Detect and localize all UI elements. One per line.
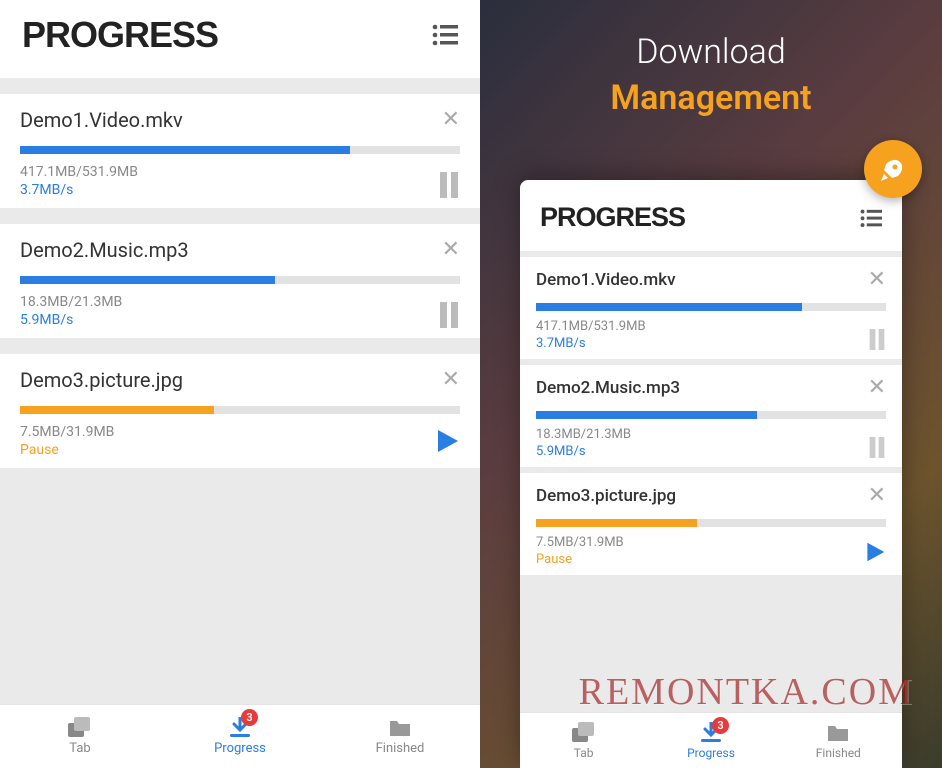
nav-progress[interactable]: 3 Progress	[647, 713, 774, 768]
badge-count: 3	[712, 717, 729, 734]
download-item: Demo3.picture.jpg ✕ 7.5MB/31.9MB Pause	[520, 473, 902, 575]
progress-fill	[536, 411, 757, 419]
file-size: 7.5MB/31.9MB	[20, 424, 114, 440]
progress-bar	[536, 303, 886, 311]
list-view-icon[interactable]	[432, 24, 458, 46]
download-status: Pause	[20, 442, 114, 458]
divider	[0, 338, 480, 354]
download-item: Demo3.picture.jpg ✕ 7.5MB/31.9MB Pause	[0, 354, 480, 468]
file-name: Demo2.Music.mp3	[536, 378, 680, 398]
nav-label: Tab	[574, 746, 594, 760]
progress-fill	[20, 406, 214, 414]
play-icon[interactable]	[434, 428, 460, 458]
list-view-icon[interactable]	[860, 209, 882, 227]
nav-finished[interactable]: Finished	[775, 713, 902, 768]
file-size: 7.5MB/31.9MB	[536, 535, 624, 550]
nav-finished[interactable]: Finished	[320, 705, 480, 768]
file-size: 417.1MB/531.9MB	[20, 164, 138, 180]
file-name: Demo2.Music.mp3	[20, 238, 189, 262]
tabs-icon	[572, 722, 596, 744]
right-panel: Download Management PROGRESS Demo1.Video…	[480, 0, 942, 768]
bottom-nav: Tab 3 Progress Finished	[0, 704, 480, 768]
promo-text: Download Management	[610, 30, 811, 122]
progress-fill	[536, 303, 802, 311]
progress-fill	[536, 519, 697, 527]
divider	[0, 468, 480, 484]
folder-icon	[388, 717, 412, 739]
play-icon[interactable]	[864, 541, 886, 567]
empty-area	[520, 581, 902, 712]
download-item: Demo1.Video.mkv ✕ 417.1MB/531.9MB 3.7MB/…	[0, 94, 480, 208]
pause-icon[interactable]	[868, 329, 886, 351]
bottom-nav: Tab 3 Progress Finished	[520, 712, 902, 768]
download-status: Pause	[536, 552, 624, 567]
close-icon[interactable]: ✕	[442, 109, 460, 131]
empty-area	[0, 484, 480, 704]
close-icon[interactable]: ✕	[868, 269, 886, 291]
file-name: Demo1.Video.mkv	[536, 270, 676, 290]
nav-label: Progress	[214, 741, 266, 756]
pause-icon[interactable]	[868, 437, 886, 459]
file-size: 417.1MB/531.9MB	[536, 319, 646, 334]
file-name: Demo3.picture.jpg	[536, 486, 676, 506]
progress-bar	[536, 411, 886, 419]
rocket-icon	[878, 154, 908, 184]
nav-label: Finished	[376, 741, 425, 756]
header: PROGRESS	[520, 180, 902, 251]
nav-tab[interactable]: Tab	[0, 705, 160, 768]
close-icon[interactable]: ✕	[442, 239, 460, 261]
download-speed: 5.9MB/s	[20, 312, 122, 328]
nav-label: Progress	[687, 746, 735, 760]
progress-fill	[20, 146, 350, 154]
download-speed: 5.9MB/s	[536, 444, 631, 459]
nav-label: Tab	[69, 741, 90, 756]
tabs-icon	[68, 717, 92, 739]
download-item: Demo2.Music.mp3 ✕ 18.3MB/21.3MB 5.9MB/s	[0, 224, 480, 338]
pause-icon[interactable]	[438, 172, 460, 198]
nav-label: Finished	[816, 746, 861, 760]
close-icon[interactable]: ✕	[442, 369, 460, 391]
progress-bar	[20, 276, 460, 284]
badge-count: 3	[241, 709, 258, 726]
header: PROGRESS	[0, 0, 480, 78]
file-size: 18.3MB/21.3MB	[20, 294, 122, 310]
download-speed: 3.7MB/s	[20, 182, 138, 198]
file-name: Demo1.Video.mkv	[20, 108, 183, 132]
file-name: Demo3.picture.jpg	[20, 368, 183, 392]
divider	[0, 78, 480, 94]
pause-icon[interactable]	[438, 302, 460, 328]
nav-progress[interactable]: 3 Progress	[160, 705, 320, 768]
folder-icon	[826, 722, 850, 744]
promo-line2: Management	[610, 76, 811, 122]
nav-tab[interactable]: Tab	[520, 713, 647, 768]
progress-bar	[20, 406, 460, 414]
boost-button[interactable]	[864, 140, 922, 198]
left-panel: PROGRESS Demo1.Video.mkv ✕ 417.1MB/531.9…	[0, 0, 480, 768]
download-item: Demo2.Music.mp3 ✕ 18.3MB/21.3MB 5.9MB/s	[520, 365, 902, 467]
progress-fill	[20, 276, 275, 284]
page-title: PROGRESS	[22, 14, 218, 56]
file-size: 18.3MB/21.3MB	[536, 427, 631, 442]
page-title: PROGRESS	[540, 202, 685, 233]
promo-line1: Download	[610, 30, 811, 76]
close-icon[interactable]: ✕	[868, 377, 886, 399]
progress-bar	[20, 146, 460, 154]
divider	[0, 208, 480, 224]
close-icon[interactable]: ✕	[868, 485, 886, 507]
download-item: Demo1.Video.mkv ✕ 417.1MB/531.9MB 3.7MB/…	[520, 257, 902, 359]
download-speed: 3.7MB/s	[536, 336, 646, 351]
progress-bar	[536, 519, 886, 527]
preview-card: PROGRESS Demo1.Video.mkv ✕ 417.1MB/531.9…	[520, 180, 902, 768]
